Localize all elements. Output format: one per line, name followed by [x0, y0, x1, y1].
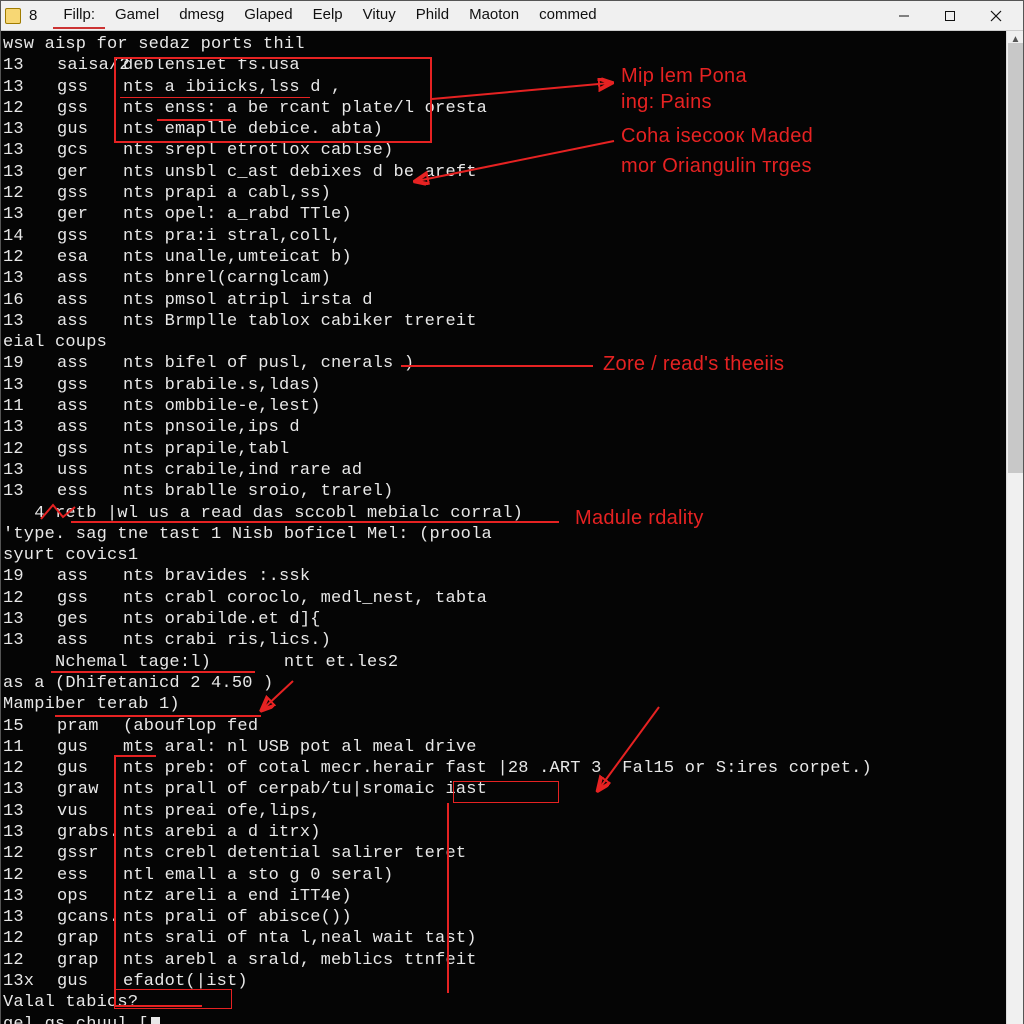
terminal-line: 13ussnts crabile,ind rare ad — [3, 460, 1004, 481]
terminal-line: 13grabs.nts arebi a d itrx) — [3, 822, 1004, 843]
menu-maoton[interactable]: Maoton — [459, 2, 529, 29]
menubar: Fillp: Gamel dmesg Glaped Eelp Vituy Phi… — [53, 2, 881, 29]
terminal-line: 13gernts opel: a_rabd TTle) — [3, 204, 1004, 225]
menu-gamel[interactable]: Gamel — [105, 2, 169, 29]
menu-eelp[interactable]: Eelp — [303, 2, 353, 29]
terminal-line: 12grapnts srali of nta l,neal wait tast) — [3, 928, 1004, 949]
terminal-line: 13xgusefadot(|ist) — [3, 971, 1004, 992]
terminal-line: 13assnts crabi ris,lics.) — [3, 630, 1004, 651]
terminal-line: Nchemal tage:l) ntt et.les2 — [3, 652, 1004, 673]
terminal-line: 13gcsnts srepl etrotlox cablse) — [3, 140, 1004, 161]
terminal-line: 12essntl emall a sto g 0 seral) — [3, 865, 1004, 886]
terminal-line: eial coups — [3, 332, 1004, 353]
menu-dmesg[interactable]: dmesg — [169, 2, 234, 29]
app-window: 8 Fillp: Gamel dmesg Glaped Eelp Vituy P… — [0, 0, 1024, 1024]
terminal-line: gel gs chuul [ — [3, 1014, 1004, 1024]
terminal-line: 11gusmts aral: nl USB pot al meal drive — [3, 737, 1004, 758]
app-icon — [5, 8, 21, 24]
terminal-line: 19assnts bifel of pusl, cnerals ) — [3, 353, 1004, 374]
terminal-line: 13gernts unsbl c_ast debixes d be areft — [3, 162, 1004, 183]
client-area: wsw aisp for sedaz ports thil13saisa/2de… — [1, 31, 1023, 1024]
menu-fillp[interactable]: Fillp: — [53, 2, 105, 29]
terminal-line: 12gssnts enss: a be rcant plate/l oresta — [3, 98, 1004, 119]
terminal-line: 13gesnts orabilde.et d]{ — [3, 609, 1004, 630]
terminal-line: 13opsntz areli a end iTT4e) — [3, 886, 1004, 907]
terminal-line: syurt covics1 — [3, 545, 1004, 566]
close-button[interactable] — [973, 1, 1019, 31]
terminal-line: 12esants unalle,umteicat b) — [3, 247, 1004, 268]
terminal-line: 19assnts bravides :.ssk — [3, 566, 1004, 587]
terminal-line: 13vusnts preai ofe,lips, — [3, 801, 1004, 822]
terminal-cursor — [151, 1017, 160, 1024]
terminal-line: 13grawnts prall of cerpab/tu|sromaic ias… — [3, 779, 1004, 800]
terminal-line: 13gssnts brabile.s,ldas) — [3, 375, 1004, 396]
terminal-line: 13assnts pnsoile,ips d — [3, 417, 1004, 438]
window-controls — [881, 1, 1019, 31]
menu-glaped[interactable]: Glaped — [234, 2, 302, 29]
terminal-line: 16assnts pmsol atripl irsta d — [3, 290, 1004, 311]
terminal-line: 13gssnts a ibiicks,lss d , — [3, 77, 1004, 98]
terminal-line: 12gssnts prapi a cabl,ss) — [3, 183, 1004, 204]
terminal-line: 13assnts bnrel(carnglcam) — [3, 268, 1004, 289]
menu-phild[interactable]: Phild — [406, 2, 459, 29]
minimize-button[interactable] — [881, 1, 927, 31]
terminal-line: 13assnts Brmplle tablox cabiker trereit — [3, 311, 1004, 332]
maximize-button[interactable] — [927, 1, 973, 31]
titlebar-number: 8 — [27, 7, 39, 24]
vertical-scrollbar[interactable]: ▲ ▼ — [1006, 31, 1023, 1024]
terminal-line: 12gssrnts crebl detential salirer teret — [3, 843, 1004, 864]
terminal-line: as a (Dhifetanicd 2 4.50 ) — [3, 673, 1004, 694]
terminal-line: 13essnts brablle sroio, trarel) — [3, 481, 1004, 502]
terminal-line: 12gssnts crabl coroclo, medl_nest, tabta — [3, 588, 1004, 609]
terminal-line: 13saisa/2deblensiet fs.usa — [3, 55, 1004, 76]
terminal-line: 12gusnts preb: of cotal mecr.herair fast… — [3, 758, 1004, 779]
titlebar: 8 Fillp: Gamel dmesg Glaped Eelp Vituy P… — [1, 1, 1023, 31]
terminal-line: 15pram(abouflop fed — [3, 716, 1004, 737]
terminal-line: 4 retb |wl us a read das sccobl mebialc … — [3, 503, 1004, 524]
scroll-thumb[interactable] — [1008, 43, 1023, 473]
terminal-line: Mampiber terab 1) — [3, 694, 1004, 715]
terminal-line: 13gcans.nts prali of abisce()) — [3, 907, 1004, 928]
terminal-line: 'type. sag tne tast 1 Nisb boficel Mel: … — [3, 524, 1004, 545]
terminal-line: Valal tabics? — [3, 992, 1004, 1013]
terminal-line: 14gssnts pra:i stral,coll, — [3, 226, 1004, 247]
terminal-line: 12grapnts arebl a srald, meblics ttnfeit — [3, 950, 1004, 971]
terminal-output[interactable]: wsw aisp for sedaz ports thil13saisa/2de… — [1, 31, 1006, 1024]
terminal-line: 11assnts ombbile-e,lest) — [3, 396, 1004, 417]
menu-vituy[interactable]: Vituy — [353, 2, 406, 29]
terminal-line: wsw aisp for sedaz ports thil — [3, 34, 1004, 55]
menu-commed[interactable]: commed — [529, 2, 607, 29]
terminal-line: 12gssnts prapile,tabl — [3, 439, 1004, 460]
terminal-line: 13gusnts emaplle debice. abta) — [3, 119, 1004, 140]
